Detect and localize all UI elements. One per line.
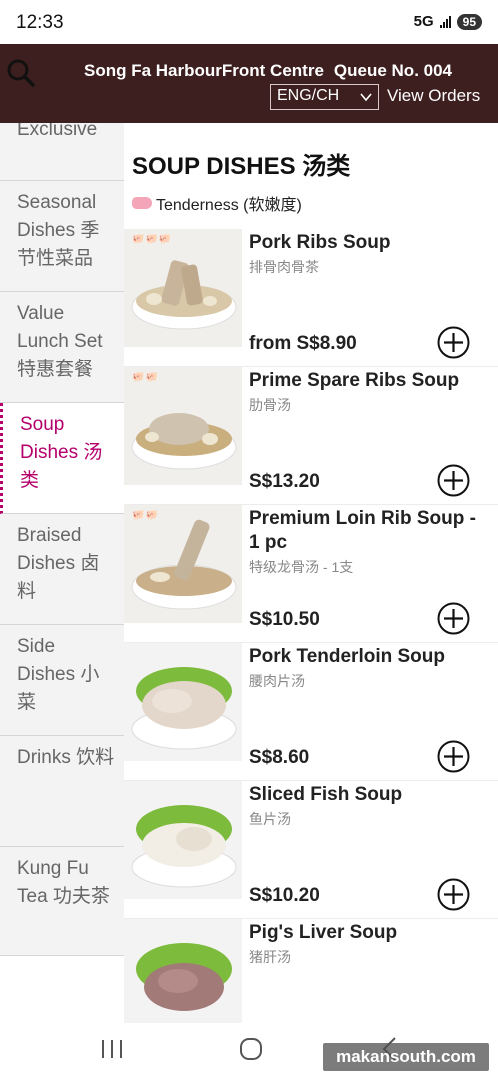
menu-item[interactable]: 🐖🐖 Prime Spare Ribs Soup 肋骨汤 S$13.20 <box>124 367 498 505</box>
sidebar-item-drinks[interactable]: Drinks 饮料 <box>0 736 124 847</box>
sidebar-item-label: Side Dishes 小菜 <box>17 636 100 713</box>
add-item-icon[interactable] <box>437 326 470 359</box>
tenderness-rating: 🐖🐖 <box>132 372 159 383</box>
menu-item[interactable]: Pig's Liver Soup 猪肝汤 <box>124 919 498 1023</box>
item-price: S$13.20 <box>249 471 320 492</box>
sidebar-item-label: Exclusive <box>17 123 98 140</box>
sidebar-item-value-lunch[interactable]: Value Lunch Set 特惠套餐 <box>0 292 124 403</box>
sidebar-item-kungfu-tea[interactable]: Kung Fu Tea 功夫茶 <box>0 847 124 956</box>
menu-item[interactable]: 🐖🐖🐖 Pork Ribs Soup 排骨肉骨茶 from S$8.90 <box>124 229 498 367</box>
item-price: S$8.60 <box>249 747 310 768</box>
item-price: from S$8.90 <box>249 333 357 354</box>
store-info: Song Fa HarbourFront Centre Queue No. 004 <box>84 61 452 81</box>
add-item-icon[interactable] <box>437 878 470 911</box>
item-name: Pork Ribs Soup <box>249 232 391 253</box>
home-icon[interactable] <box>239 1037 263 1061</box>
dish-image <box>124 919 242 1023</box>
item-chinese-name: 猪肝汤 <box>249 949 291 965</box>
menu-list: SOUP DISHES 汤类 Tenderness (软嫩度) 🐖🐖🐖 Pork… <box>124 123 498 1023</box>
tenderness-rating: 🐖🐖🐖 <box>132 234 173 245</box>
item-price: S$10.20 <box>249 885 320 906</box>
add-item-icon[interactable] <box>437 464 470 497</box>
category-sidebar: Exclusive Seasonal Dishes 季节性菜品 Value Lu… <box>0 123 124 956</box>
language-value: ENG/CH <box>277 87 340 104</box>
tenderness-rating: 🐖🐖 <box>132 510 159 521</box>
sidebar-item-label: Drinks 饮料 <box>17 747 115 768</box>
sidebar-item-seasonal[interactable]: Seasonal Dishes 季节性菜品 <box>0 181 124 292</box>
pig-icon <box>132 197 152 209</box>
item-name: Prime Spare Ribs Soup <box>249 370 460 391</box>
sidebar-item-label: Kung Fu Tea 功夫茶 <box>17 858 110 907</box>
item-name: Pig's Liver Soup <box>249 922 398 943</box>
view-orders-link[interactable]: View Orders <box>387 86 480 106</box>
dish-image <box>124 367 242 485</box>
sidebar-item-label: Braised Dishes 卤料 <box>17 525 100 602</box>
dish-image <box>124 229 242 347</box>
add-item-icon[interactable] <box>437 740 470 773</box>
menu-item[interactable]: 🐖🐖 Premium Loin Rib Soup - 1 pc 特级龙骨汤 - … <box>124 505 498 643</box>
sidebar-item-soup[interactable]: Soup Dishes 汤类 <box>0 403 124 514</box>
watermark: makansouth.com <box>323 1043 489 1071</box>
recent-apps-icon[interactable] <box>100 1038 124 1060</box>
status-bar: 12:33 5G 95 <box>0 0 498 44</box>
item-price: S$10.50 <box>249 609 320 630</box>
item-chinese-name: 排骨肉骨茶 <box>249 259 319 275</box>
sidebar-item-braised[interactable]: Braised Dishes 卤料 <box>0 514 124 625</box>
tenderness-legend: Tenderness (软嫩度) <box>132 191 302 215</box>
item-chinese-name: 特级龙骨汤 - 1支 <box>249 559 354 575</box>
menu-item[interactable]: Sliced Fish Soup 鱼片汤 S$10.20 <box>124 781 498 919</box>
queue-number: Queue No. 004 <box>333 61 453 80</box>
item-chinese-name: 肋骨汤 <box>249 397 291 413</box>
sidebar-item-side-dishes[interactable]: Side Dishes 小菜 <box>0 625 124 736</box>
item-name: Pork Tenderloin Soup <box>249 646 445 667</box>
battery-icon: 95 <box>456 13 482 30</box>
app-header: Song Fa HarbourFront Centre Queue No. 004… <box>0 44 498 123</box>
search-icon[interactable] <box>6 58 36 88</box>
sidebar-item-label: Value Lunch Set 特惠套餐 <box>17 303 103 380</box>
sidebar-item-exclusive[interactable]: Exclusive <box>0 123 124 181</box>
status-indicators: 5G 95 <box>414 13 482 30</box>
status-time: 12:33 <box>16 12 64 33</box>
signal-icon <box>439 15 451 28</box>
item-chinese-name: 鱼片汤 <box>249 811 291 827</box>
sidebar-item-label: Soup Dishes 汤类 <box>20 414 103 491</box>
item-chinese-name: 腰肉片汤 <box>249 673 305 689</box>
chevron-down-icon <box>360 93 372 102</box>
network-label: 5G <box>413 13 434 30</box>
add-item-icon[interactable] <box>437 602 470 635</box>
store-name: Song Fa HarbourFront Centre <box>84 61 324 80</box>
menu-item[interactable]: Pork Tenderloin Soup 腰肉片汤 S$8.60 <box>124 643 498 781</box>
section-title: SOUP DISHES 汤类 <box>132 153 351 180</box>
sidebar-item-label: Seasonal Dishes 季节性菜品 <box>17 192 100 269</box>
tenderness-label: Tenderness (软嫩度) <box>156 197 302 214</box>
dish-image <box>124 781 242 899</box>
dish-image <box>124 505 242 623</box>
language-select[interactable]: ENG/CH <box>270 84 379 110</box>
item-name: Sliced Fish Soup <box>249 784 403 805</box>
item-name: Premium Loin Rib Soup - 1 pc <box>249 508 476 553</box>
dish-image <box>124 643 242 761</box>
